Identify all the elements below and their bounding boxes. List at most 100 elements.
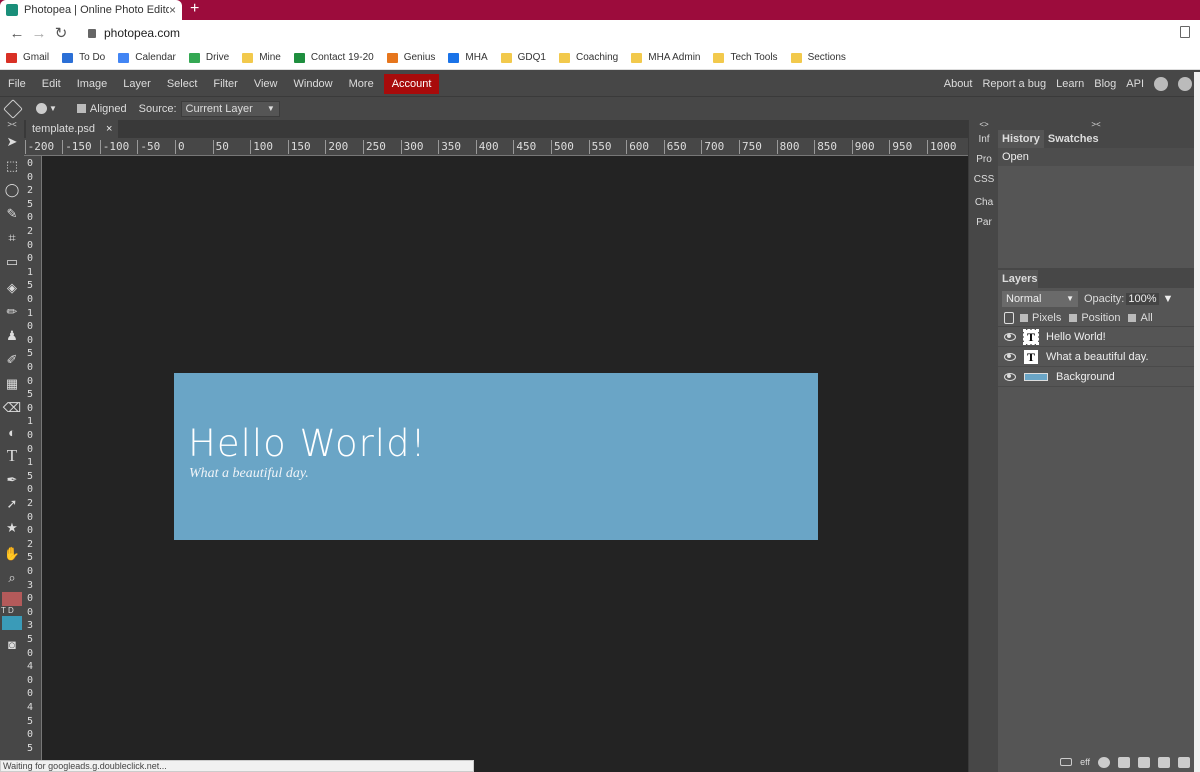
- learn-link[interactable]: Learn: [1056, 78, 1084, 90]
- bookmark-item[interactable]: Calendar: [118, 52, 176, 63]
- shape-tool-icon[interactable]: ★: [2, 518, 22, 538]
- bookmark-item[interactable]: GDQ1: [500, 52, 546, 63]
- headline-text[interactable]: Hello World!: [188, 422, 426, 465]
- layer-row[interactable]: T What a beautiful day.: [998, 347, 1194, 367]
- menu-edit[interactable]: Edit: [34, 74, 69, 94]
- bookmark-item[interactable]: Contact 19-20: [293, 52, 374, 63]
- history-item[interactable]: Open: [998, 148, 1194, 166]
- info-panel-button[interactable]: Inf: [969, 134, 999, 145]
- hand-tool-icon[interactable]: ✋: [2, 544, 22, 564]
- tagline-text[interactable]: What a beautiful day.: [189, 466, 309, 482]
- browser-tab[interactable]: Photopea | Online Photo Editor ×: [0, 0, 182, 20]
- blend-mode-select[interactable]: Normal ▼: [1002, 291, 1078, 307]
- facebook-icon[interactable]: [1178, 77, 1192, 91]
- lasso-tool-icon[interactable]: ◯: [2, 180, 22, 200]
- path-select-tool-icon[interactable]: ➚: [2, 494, 22, 514]
- mini-panel-toggle[interactable]: <>: [969, 120, 999, 129]
- smudge-tool-icon[interactable]: ◐: [2, 422, 22, 442]
- account-button[interactable]: Account: [383, 74, 440, 94]
- healing-tool-icon[interactable]: ◈: [2, 278, 22, 298]
- visibility-eye-icon[interactable]: [1004, 352, 1016, 361]
- paragraph-panel-button[interactable]: Par: [969, 217, 999, 228]
- quick-mask-icon[interactable]: ◙: [2, 634, 22, 654]
- menu-image[interactable]: Image: [69, 74, 116, 94]
- zoom-tool-icon[interactable]: ⌕: [2, 568, 22, 588]
- type-tool-icon[interactable]: T: [2, 446, 22, 466]
- tab-history[interactable]: History: [998, 130, 1044, 148]
- adjustment-layer-icon[interactable]: [1098, 756, 1110, 768]
- visibility-eye-icon[interactable]: [1004, 332, 1016, 341]
- character-panel-button[interactable]: Cha: [969, 197, 999, 208]
- ruler-tool-icon[interactable]: ▭: [2, 252, 22, 272]
- brush-dropdown-icon[interactable]: ▼: [49, 104, 57, 113]
- marquee-tool-icon[interactable]: ⬚: [2, 156, 22, 176]
- menu-window[interactable]: Window: [286, 74, 341, 94]
- toolbar-toggle[interactable]: ><: [2, 120, 22, 129]
- reload-icon[interactable]: ↻: [50, 24, 72, 42]
- lock-position-checkbox[interactable]: [1069, 314, 1078, 322]
- lock-all-checkbox[interactable]: [1128, 314, 1137, 322]
- url-field[interactable]: photopea.com: [88, 26, 180, 40]
- menu-layer[interactable]: Layer: [115, 74, 159, 94]
- bookmark-item[interactable]: Gmail: [6, 52, 49, 63]
- bookmark-item[interactable]: MHA: [448, 52, 488, 63]
- lock-pixels-checkbox[interactable]: [1020, 314, 1028, 322]
- source-select[interactable]: Current Layer ▼: [180, 100, 280, 117]
- blog-link[interactable]: Blog: [1094, 78, 1116, 90]
- visibility-eye-icon[interactable]: [1004, 372, 1016, 381]
- layer-row[interactable]: Background: [998, 367, 1194, 387]
- eraser-tool-icon[interactable]: ⌫: [2, 398, 22, 418]
- opacity-field[interactable]: 100%: [1126, 293, 1159, 305]
- back-icon[interactable]: ←: [6, 25, 28, 42]
- bookmark-item[interactable]: Sections: [790, 52, 846, 63]
- layer-row[interactable]: T Hello World!: [998, 327, 1194, 347]
- panel-toggle[interactable]: ><: [998, 120, 1194, 130]
- bookmark-item[interactable]: Coaching: [558, 52, 618, 63]
- report-bug-link[interactable]: Report a bug: [982, 78, 1046, 90]
- bookmark-item[interactable]: Genius: [386, 52, 435, 63]
- bookmark-item[interactable]: Tech Tools: [713, 52, 778, 63]
- quick-select-tool-icon[interactable]: ✎: [2, 204, 22, 224]
- page-icon[interactable]: [1180, 26, 1190, 38]
- pen-tool-icon[interactable]: ✒: [2, 470, 22, 490]
- menu-select[interactable]: Select: [159, 74, 206, 94]
- layer-mask-icon[interactable]: [1118, 756, 1130, 768]
- close-icon[interactable]: ×: [106, 123, 112, 135]
- swap-colors-label[interactable]: T D: [1, 606, 14, 615]
- opacity-dropdown-icon[interactable]: ▼: [1163, 293, 1174, 305]
- crop-tool-icon[interactable]: ⌗: [2, 228, 22, 248]
- bookmark-item[interactable]: To Do: [62, 52, 105, 63]
- twitter-icon[interactable]: [1154, 77, 1168, 91]
- aligned-checkbox[interactable]: [76, 104, 86, 113]
- tab-close-icon[interactable]: ×: [169, 3, 176, 17]
- background-color-swatch[interactable]: [2, 616, 22, 630]
- forward-icon[interactable]: →: [28, 25, 50, 42]
- page-scrollbar[interactable]: [1194, 72, 1200, 772]
- menu-file[interactable]: File: [0, 74, 34, 94]
- folder-icon[interactable]: [1138, 756, 1150, 768]
- menu-filter[interactable]: Filter: [205, 74, 245, 94]
- tab-layers[interactable]: Layers: [998, 270, 1038, 288]
- menu-more[interactable]: More: [341, 74, 382, 94]
- bookmark-item[interactable]: Drive: [188, 52, 229, 63]
- effects-button[interactable]: eff: [1080, 757, 1090, 767]
- css-panel-button[interactable]: CSS: [969, 174, 999, 185]
- brush-tool-icon[interactable]: ✏: [2, 302, 22, 322]
- new-tab-button[interactable]: +: [190, 0, 199, 20]
- link-icon[interactable]: [1060, 758, 1073, 766]
- about-link[interactable]: About: [944, 78, 973, 90]
- trash-icon[interactable]: [1178, 756, 1190, 768]
- history-brush-tool-icon[interactable]: ✐: [2, 350, 22, 370]
- menu-view[interactable]: View: [246, 74, 286, 94]
- foreground-color-swatch[interactable]: [2, 592, 22, 606]
- bookmark-item[interactable]: Mine: [242, 52, 281, 63]
- new-layer-icon[interactable]: [1158, 756, 1170, 768]
- stamp-tool-icon[interactable]: ♟: [2, 326, 22, 346]
- tab-swatches[interactable]: Swatches: [1044, 130, 1103, 148]
- brush-preset-icon[interactable]: [36, 103, 47, 114]
- api-link[interactable]: API: [1126, 78, 1144, 90]
- bookmark-item[interactable]: MHA Admin: [631, 52, 700, 63]
- properties-panel-button[interactable]: Pro: [969, 154, 999, 165]
- gradient-tool-icon[interactable]: ▦: [2, 374, 22, 394]
- move-tool-icon[interactable]: ➤: [2, 132, 22, 152]
